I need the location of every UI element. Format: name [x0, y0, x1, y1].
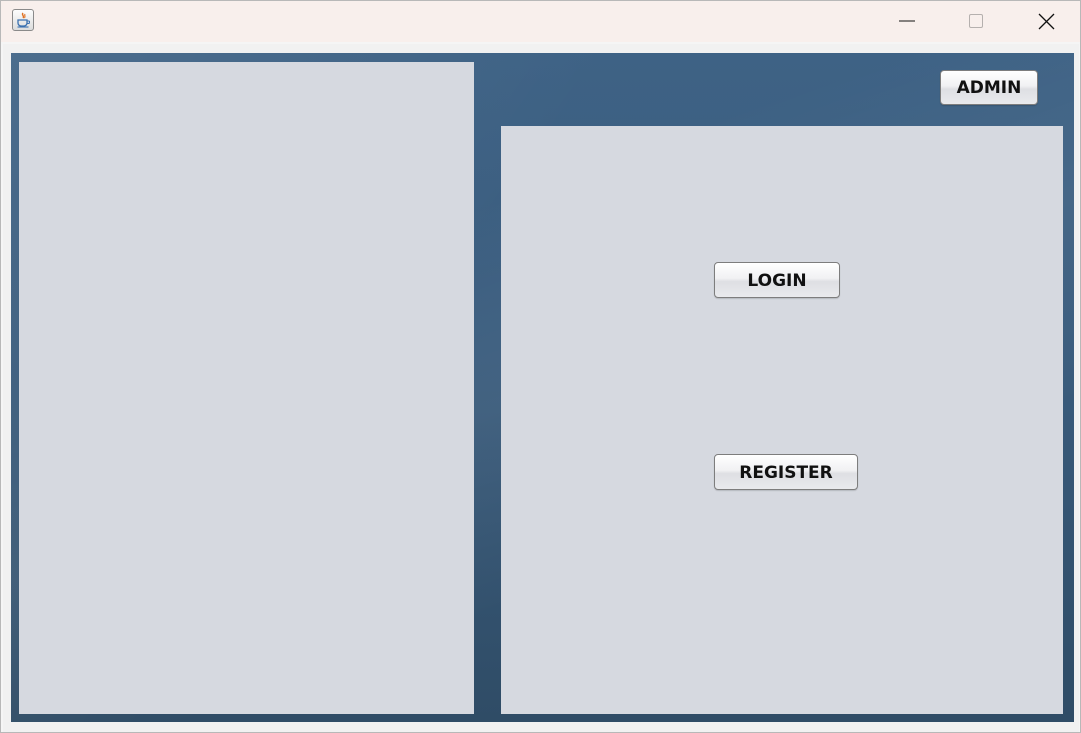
- content-area: ADMIN LOGIN REGISTER: [3, 44, 1079, 732]
- left-image-panel: [19, 62, 474, 714]
- close-icon: [1038, 13, 1055, 30]
- close-button[interactable]: [1016, 1, 1076, 42]
- login-button[interactable]: LOGIN: [714, 262, 840, 298]
- minimize-icon: [899, 20, 915, 22]
- register-button[interactable]: REGISTER: [714, 454, 858, 490]
- admin-button[interactable]: ADMIN: [940, 70, 1038, 105]
- maximize-icon: [969, 14, 983, 28]
- main-background-panel: ADMIN LOGIN REGISTER: [11, 53, 1074, 722]
- title-bar[interactable]: [1, 1, 1080, 42]
- maximize-button[interactable]: [946, 1, 1006, 42]
- auth-panel: LOGIN REGISTER: [501, 126, 1063, 714]
- app-window: ADMIN LOGIN REGISTER: [0, 0, 1081, 733]
- java-icon[interactable]: [12, 9, 34, 31]
- minimize-button[interactable]: [877, 1, 937, 42]
